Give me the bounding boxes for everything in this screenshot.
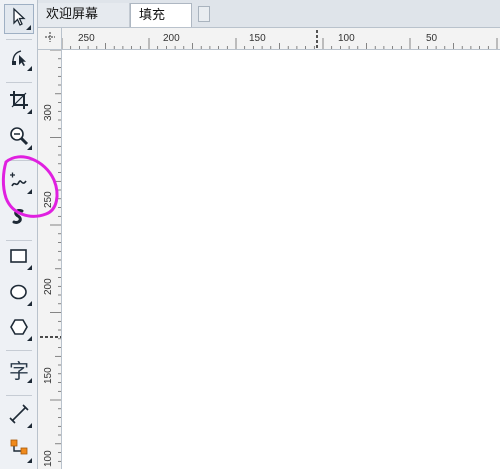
hruler-label-50: 50: [426, 33, 438, 44]
pick-tool-button[interactable]: [4, 4, 34, 34]
vruler-label-150: 150: [43, 367, 54, 384]
vruler-label-200: 200: [43, 278, 54, 295]
hruler-label-150: 150: [249, 33, 266, 44]
smart-draw-tool-button[interactable]: [4, 204, 34, 234]
new-tab-button[interactable]: [198, 6, 210, 22]
toolbox: 字: [0, 0, 38, 469]
hruler-label-200: 200: [163, 33, 180, 44]
hruler-label-100: 100: [338, 33, 355, 44]
vertical-ruler[interactable]: 300 250 200 150 100: [38, 50, 62, 469]
vruler-label-300: 300: [43, 104, 54, 121]
ruler-origin-icon: [43, 31, 57, 46]
dimension-tool-button[interactable]: [4, 401, 34, 431]
ellipse-tool-button[interactable]: [4, 279, 34, 309]
vruler-label-250: 250: [43, 191, 54, 208]
rectangle-tool-button[interactable]: [4, 243, 34, 273]
zoom-tool-button[interactable]: [4, 123, 34, 153]
polygon-tool-button[interactable]: [4, 314, 34, 344]
tab-fill[interactable]: 填充: [130, 3, 192, 27]
shape-tool-button[interactable]: [4, 44, 34, 74]
drawing-canvas[interactable]: [62, 50, 500, 469]
vruler-label-100: 100: [43, 450, 54, 467]
connector-tool-button[interactable]: [4, 436, 34, 466]
tab-welcome-screen[interactable]: 欢迎屏幕: [38, 3, 130, 27]
crop-tool-button[interactable]: [4, 87, 34, 117]
ruler-origin-button[interactable]: [38, 28, 62, 50]
artistic-media-icon: [8, 206, 30, 232]
freehand-tool-button[interactable]: [4, 167, 34, 197]
text-icon: 字: [9, 359, 29, 383]
document-tab-bar: 欢迎屏幕 填充: [38, 0, 500, 28]
horizontal-ruler[interactable]: 250 200 150 100 50: [62, 28, 500, 50]
text-tool-button[interactable]: 字: [4, 356, 34, 386]
hruler-label-250: 250: [78, 33, 95, 44]
